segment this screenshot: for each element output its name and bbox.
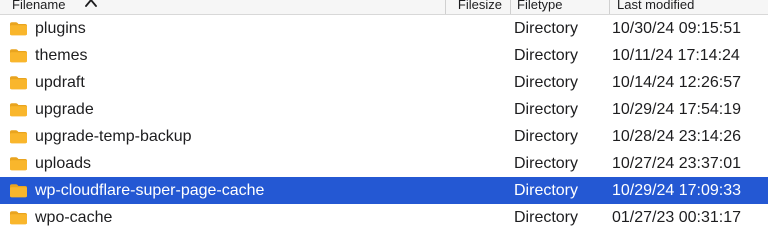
file-type: Directory: [514, 47, 579, 64]
folder-icon: [10, 130, 27, 144]
folder-icon: [10, 22, 27, 36]
folder-icon: [10, 49, 27, 63]
table-row[interactable]: uploads Directory 10/27/24 23:37:01: [0, 150, 768, 177]
file-list-header: Filename Filesize Filetype Last modified: [0, 0, 768, 15]
column-header-filetype[interactable]: Filetype: [517, 0, 563, 14]
column-divider[interactable]: [510, 0, 511, 14]
table-row[interactable]: updraft Directory 10/14/24 12:26:57: [0, 69, 768, 96]
file-name: wpo-cache: [35, 209, 113, 226]
file-type: Directory: [514, 74, 579, 91]
file-type: Directory: [514, 101, 579, 118]
table-row[interactable]: wpo-cache Directory 01/27/23 00:31:17: [0, 204, 768, 231]
file-name: upgrade-temp-backup: [35, 128, 192, 145]
file-type: Directory: [514, 128, 579, 145]
file-last-modified: 01/27/23 00:31:17: [612, 209, 742, 226]
file-type: Directory: [514, 209, 579, 226]
file-type: Directory: [514, 20, 579, 37]
folder-icon: [10, 211, 27, 225]
file-type: Directory: [514, 155, 579, 172]
column-header-filesize[interactable]: Filesize: [450, 0, 502, 14]
file-name: wp-cloudflare-super-page-cache: [35, 182, 265, 199]
file-last-modified: 10/14/24 12:26:57: [612, 74, 742, 91]
table-row[interactable]: upgrade-temp-backup Directory 10/28/24 23:…: [0, 123, 768, 150]
table-row[interactable]: upgrade Directory 10/29/24 17:54:19: [0, 96, 768, 123]
table-row[interactable]: plugins Directory 10/30/24 09:15:51: [0, 15, 768, 42]
file-last-modified: 10/30/24 09:15:51: [612, 20, 742, 37]
file-last-modified: 10/28/24 23:14:26: [612, 128, 742, 145]
file-last-modified: 10/29/24 17:09:33: [612, 182, 742, 199]
file-name: uploads: [35, 155, 92, 172]
file-last-modified: 10/11/24 17:14:24: [612, 47, 740, 64]
folder-icon: [10, 184, 27, 198]
folder-icon: [10, 103, 27, 117]
chevron-up-icon[interactable]: [84, 0, 98, 9]
folder-icon: [10, 157, 27, 171]
column-divider[interactable]: [445, 0, 446, 14]
column-header-filename[interactable]: Filename: [12, 0, 65, 14]
file-name: updraft: [35, 74, 85, 91]
table-row[interactable]: themes Directory 10/11/24 17:14:24: [0, 42, 768, 69]
column-header-last-modified[interactable]: Last modified: [617, 0, 694, 14]
file-name: themes: [35, 47, 88, 64]
file-name: upgrade: [35, 101, 94, 118]
table-row[interactable]: wp-cloudflare-super-page-cache Directory 1…: [0, 177, 768, 204]
file-last-modified: 10/27/24 23:37:01: [612, 155, 742, 172]
file-list: plugins Directory 10/30/24 09:15:51 themes…: [0, 15, 768, 231]
column-divider[interactable]: [609, 0, 610, 14]
folder-icon: [10, 76, 27, 90]
file-name: plugins: [35, 20, 86, 37]
file-type: Directory: [514, 182, 579, 199]
file-last-modified: 10/29/24 17:54:19: [612, 101, 742, 118]
